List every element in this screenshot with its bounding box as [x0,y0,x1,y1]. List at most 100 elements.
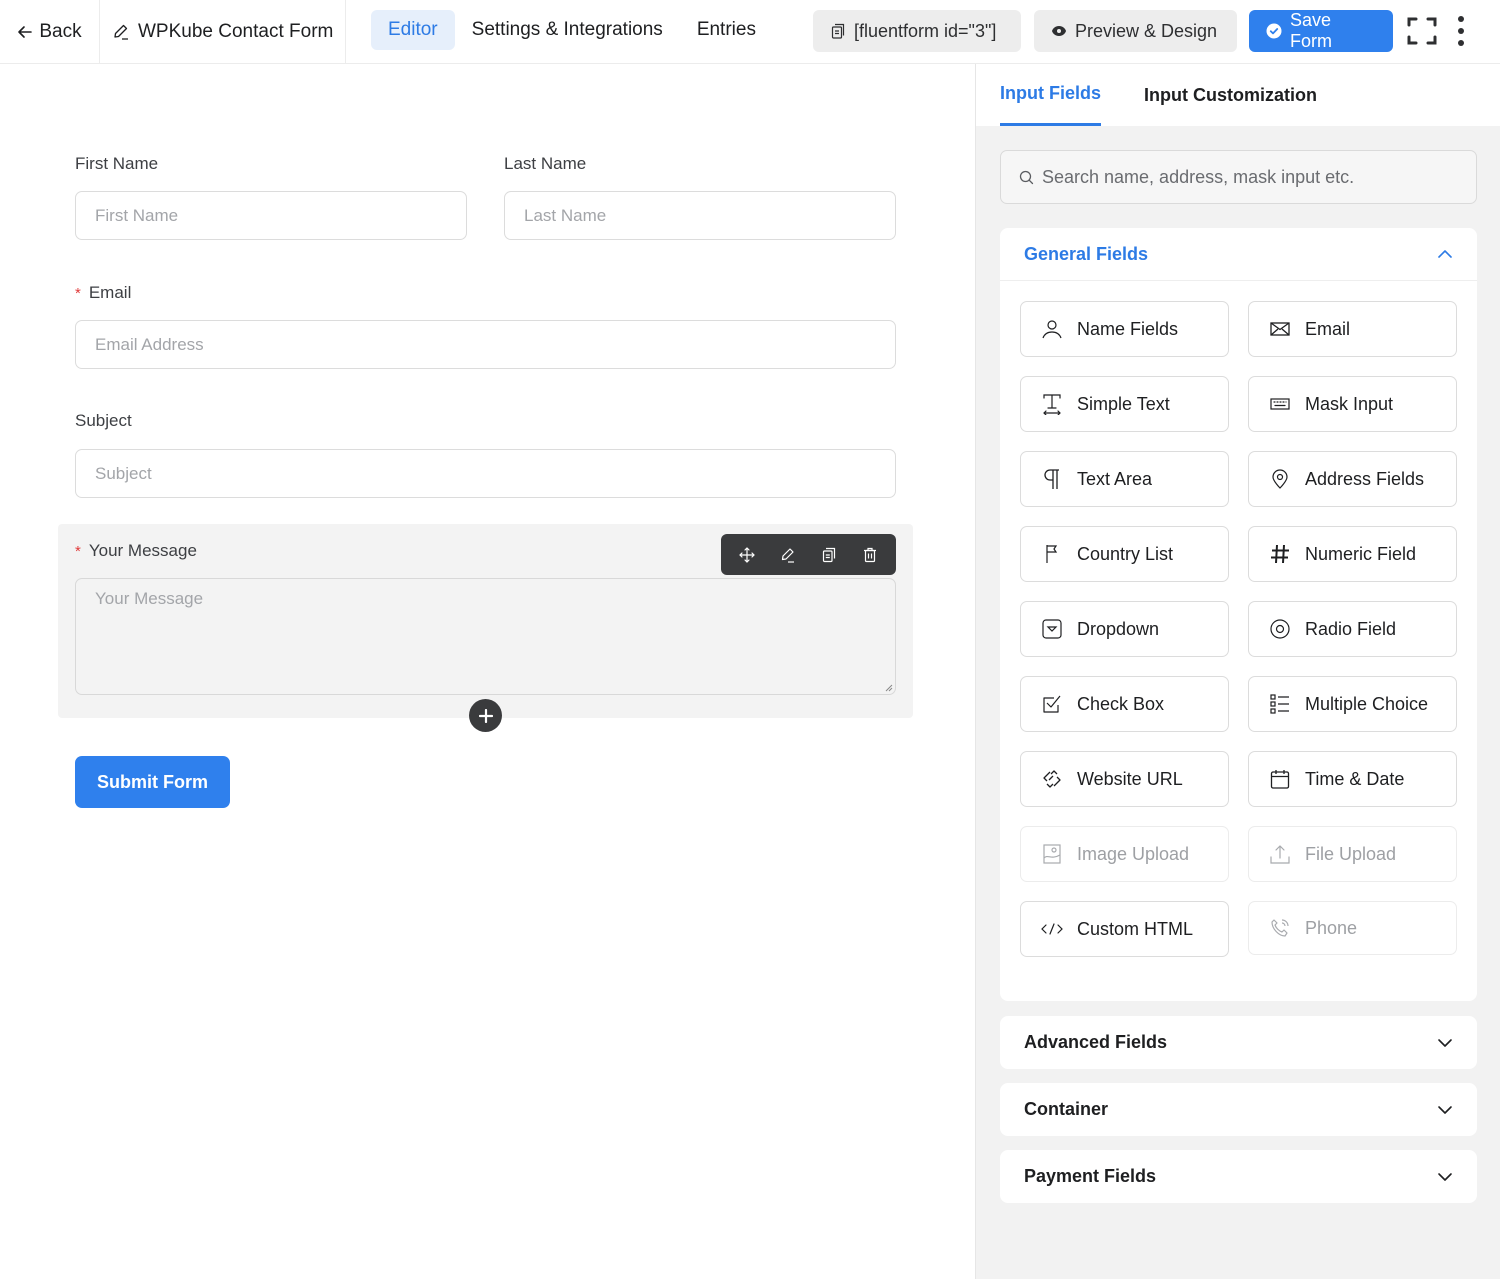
field-label: Dropdown [1077,618,1160,639]
arrow-left-icon [17,24,33,40]
flag-icon [1041,543,1063,565]
edit-icon[interactable] [773,540,803,570]
field-dropdown[interactable]: Dropdown [1020,601,1229,657]
field-label: Email [1305,318,1351,339]
subject-input[interactable]: Subject [75,449,896,498]
chevron-down-icon [1437,1172,1453,1182]
subject-label: Subject [75,411,132,430]
field-label: Time & Date [1305,768,1405,789]
email-input[interactable]: Email Address [75,320,896,369]
shortcode-button[interactable]: [fluentform id="3"] [813,10,1021,52]
envelope-icon [1269,318,1291,340]
field-custom-html[interactable]: Custom HTML [1020,901,1229,957]
submit-form-button[interactable]: Submit Form [75,756,230,808]
field-website-url[interactable]: Website URL [1020,751,1229,807]
required-asterisk: * [75,543,81,560]
calendar-icon [1269,768,1291,790]
field-check-box[interactable]: Check Box [1020,676,1229,732]
field-email[interactable]: Email [1248,301,1457,357]
tab-settings-integrations[interactable]: Settings & Integrations [455,10,680,50]
field-text-area[interactable]: Text Area [1020,451,1229,507]
chevron-down-icon [1437,1038,1453,1048]
message-placeholder: Your Message [95,589,204,608]
field-label: Country List [1077,543,1174,564]
panel-tabs: Input Fields Input Customization [976,64,1500,126]
shortcode-text: [fluentform id="3"] [854,20,997,41]
code-icon [1041,918,1063,940]
phone-icon [1269,917,1291,939]
checkbox-icon [1041,693,1063,715]
field-radio-field[interactable]: Radio Field [1248,601,1457,657]
field-country-list[interactable]: Country List [1020,526,1229,582]
fields-panel: Input Fields Input Customization General… [975,64,1500,1279]
message-label-text: Your Message [88,541,197,560]
tab-input-fields[interactable]: Input Fields [1000,64,1101,126]
image-icon [1041,843,1063,865]
general-fields-header[interactable]: General Fields [1000,228,1477,281]
add-field-button[interactable] [469,699,502,732]
user-icon [1041,318,1063,340]
field-name-fields[interactable]: Name Fields [1020,301,1229,357]
duplicate-icon[interactable] [814,540,844,570]
email-label-text: Email [88,283,132,302]
field-search [1000,150,1477,204]
first-name-input[interactable]: First Name [75,191,467,240]
field-simple-text[interactable]: Simple Text [1020,376,1229,432]
container-section[interactable]: Container [1000,1083,1477,1136]
map-pin-icon [1269,468,1291,490]
form-title-text: WPKube Contact Form [138,20,334,42]
eye-icon [1051,25,1067,37]
resize-handle-icon[interactable] [885,684,893,692]
preview-design-button[interactable]: Preview & Design [1034,10,1237,52]
tab-entries[interactable]: Entries [680,10,773,50]
move-icon[interactable] [732,540,762,570]
last-name-label: Last Name [504,154,587,173]
payment-fields-title: Payment Fields [1024,1166,1157,1186]
delete-icon[interactable] [855,540,885,570]
back-label: Back [39,20,82,42]
check-circle-icon [1266,23,1282,39]
back-button[interactable]: Back [0,0,100,63]
general-fields-grid: Name Fields Email Simple Text Mask Input… [1020,301,1457,957]
chevron-down-icon [1437,1105,1453,1115]
save-form-button[interactable]: Save Form [1249,10,1393,52]
fullscreen-icon[interactable] [1405,14,1439,48]
general-fields-section: General Fields Name Fields Email Simple … [1000,228,1477,1001]
field-numeric-field[interactable]: Numeric Field [1248,526,1457,582]
first-name-label: First Name [75,154,159,173]
required-asterisk: * [75,285,81,302]
message-textarea[interactable]: Your Message [75,578,896,695]
top-bar: Back WPKube Contact Form Editor Settings… [0,0,1500,64]
more-menu-icon[interactable] [1450,14,1472,48]
dropdown-icon [1041,618,1063,640]
general-fields-title: General Fields [1024,243,1149,264]
field-label: Multiple Choice [1305,693,1429,714]
field-label: Custom HTML [1077,918,1194,939]
advanced-fields-section[interactable]: Advanced Fields [1000,1016,1477,1069]
field-label: Text Area [1077,468,1153,489]
last-name-input[interactable]: Last Name [504,191,896,240]
form-title[interactable]: WPKube Contact Form [100,0,346,63]
field-time-date[interactable]: Time & Date [1248,751,1457,807]
field-file-upload: File Upload [1248,826,1457,882]
hash-icon [1269,543,1291,565]
tab-editor[interactable]: Editor [371,10,455,50]
field-label: Radio Field [1305,618,1397,639]
search-icon [1019,170,1034,185]
field-label: Website URL [1077,768,1183,789]
field-mask-input[interactable]: Mask Input [1248,376,1457,432]
link-icon [1041,768,1063,790]
advanced-fields-title: Advanced Fields [1024,1032,1168,1052]
plus-icon [478,708,493,723]
field-label: Image Upload [1077,843,1190,864]
field-multiple-choice[interactable]: Multiple Choice [1248,676,1457,732]
payment-fields-section[interactable]: Payment Fields [1000,1150,1477,1203]
tab-input-customization[interactable]: Input Customization [1144,64,1317,126]
paragraph-icon [1041,468,1063,490]
preview-label: Preview & Design [1075,20,1218,41]
search-input[interactable] [1042,166,1462,188]
field-label: Address Fields [1305,468,1425,489]
copy-icon [830,23,846,39]
field-label: Numeric Field [1305,543,1417,564]
field-address-fields[interactable]: Address Fields [1248,451,1457,507]
